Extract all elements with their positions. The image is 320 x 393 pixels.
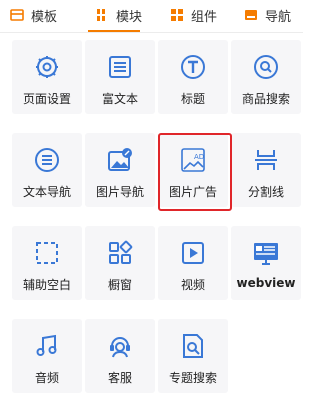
title-icon <box>178 52 208 82</box>
tab-label: 模板 <box>31 9 58 25</box>
module-label: 橱窗 <box>107 278 132 292</box>
module-label: webview <box>236 276 296 290</box>
gear-icon <box>32 52 62 82</box>
module-divider[interactable]: 分割线 <box>231 133 301 207</box>
module-showcase[interactable]: 橱窗 <box>85 226 155 300</box>
audio-icon <box>32 331 62 361</box>
webview-icon <box>251 238 281 268</box>
blank-space-icon <box>32 238 62 268</box>
tab-modules[interactable]: 模块 <box>95 0 142 30</box>
tab-components[interactable]: 组件 <box>170 0 217 30</box>
module-blank-space[interactable]: 辅助空白 <box>12 226 82 300</box>
module-label: 图片导航 <box>95 185 144 199</box>
search-icon <box>251 52 281 82</box>
module-label: 页面设置 <box>22 92 71 106</box>
module-webview[interactable]: webview <box>231 226 301 300</box>
module-page-settings[interactable]: 页面设置 <box>12 40 82 114</box>
component-icon <box>170 8 184 22</box>
tab-templates[interactable]: 模板 <box>10 0 57 30</box>
topic-search-icon <box>178 331 208 361</box>
image-nav-icon <box>105 145 135 175</box>
module-label: 客服 <box>107 371 132 385</box>
module-label: 文本导航 <box>22 185 71 199</box>
showcase-icon <box>105 238 135 268</box>
tab-navigation[interactable]: 导航 <box>244 0 291 30</box>
module-label: 视频 <box>180 278 205 292</box>
module-label: 音频 <box>34 371 59 385</box>
navigation-icon <box>244 8 258 22</box>
module-audio[interactable]: 音频 <box>12 319 82 393</box>
module-customer-service[interactable]: 客服 <box>85 319 155 393</box>
module-image-nav[interactable]: 图片导航 <box>85 133 155 207</box>
tab-label: 组件 <box>191 9 218 25</box>
module-product-search[interactable]: 商品搜索 <box>231 40 301 114</box>
customer-service-icon <box>105 331 135 361</box>
selection-highlight <box>158 133 232 211</box>
divider-icon <box>251 145 281 175</box>
video-icon <box>178 238 208 268</box>
module-title[interactable]: 标题 <box>158 40 228 114</box>
tab-bar: 模板 模块 组件 导航 <box>0 0 303 33</box>
module-video[interactable]: 视频 <box>158 226 228 300</box>
module-topic-search[interactable]: 专题搜索 <box>158 319 228 393</box>
text-nav-icon <box>32 145 62 175</box>
module-label: 辅助空白 <box>22 278 71 292</box>
template-icon <box>10 8 24 22</box>
module-rich-text[interactable]: 富文本 <box>85 40 155 114</box>
active-tab-indicator <box>88 30 140 32</box>
module-label: 分割线 <box>247 185 284 199</box>
module-label: 专题搜索 <box>168 371 217 385</box>
tab-label: 导航 <box>265 9 292 25</box>
module-label: 商品搜索 <box>241 92 290 106</box>
module-text-nav[interactable]: 文本导航 <box>12 133 82 207</box>
module-label: 富文本 <box>101 92 138 106</box>
module-label: 标题 <box>180 92 205 106</box>
rich-text-icon <box>105 52 135 82</box>
module-icon <box>95 8 109 22</box>
tab-label: 模块 <box>116 9 143 25</box>
